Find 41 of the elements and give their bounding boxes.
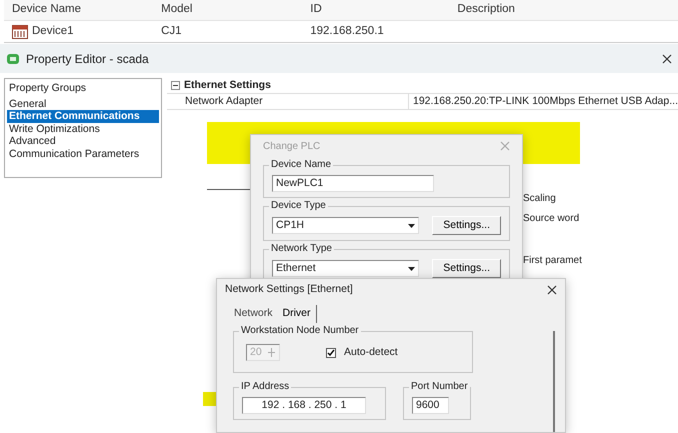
property-group-item[interactable]: General <box>7 98 159 110</box>
dialog-title: Change PLC <box>263 140 320 154</box>
section-header: Ethernet Settings <box>184 78 271 93</box>
background-label: Scaling <box>523 192 556 206</box>
text-field[interactable]: NewPLC1 <box>272 175 434 192</box>
property-group-item[interactable]: Advanced <box>7 135 159 148</box>
column-header[interactable]: Description <box>449 1 678 19</box>
dropdown-field[interactable]: Ethernet <box>272 260 420 277</box>
property-group-item[interactable]: Communication Parameters <box>7 148 159 160</box>
close-icon[interactable] <box>662 54 672 64</box>
property-group-item[interactable]: Property Groups <box>7 82 159 94</box>
collapse-icon[interactable] <box>171 81 180 90</box>
property-value[interactable]: 192.168.250.20:TP-LINK 100Mbps Ethernet USB Adap... <box>408 94 678 110</box>
tab[interactable]: Network <box>229 305 278 323</box>
table-cell-text: CJ1 <box>161 24 182 39</box>
property-group-item[interactable]: Ethernet Communications <box>7 110 159 122</box>
background-label: First paramet <box>523 254 582 268</box>
close-icon[interactable] <box>547 285 557 295</box>
column-header[interactable]: ID <box>302 1 450 19</box>
table-cell-text: 192.168.250.1 <box>310 24 384 39</box>
settings-button[interactable]: Settings... <box>432 216 501 235</box>
window-title: Property Editor - scada <box>26 50 149 68</box>
dropdown-field[interactable]: CP1H <box>272 217 420 234</box>
group-label: Device Type <box>269 200 328 212</box>
app-icon <box>6 52 20 64</box>
property-group-item[interactable]: Write Optimizations <box>7 122 159 135</box>
column-header[interactable]: Device Name <box>4 1 154 19</box>
spin-arrows-icon <box>267 347 276 358</box>
device-icon <box>12 24 28 38</box>
caret-icon <box>408 224 416 228</box>
highlight-band <box>203 392 216 406</box>
property-name: Network Adapter <box>167 94 409 110</box>
group-label: Network Type <box>269 243 334 255</box>
background-label: Source word <box>523 212 580 226</box>
caret-icon <box>408 266 416 270</box>
column-header[interactable]: Model <box>153 1 302 19</box>
table-cell-text: Device1 <box>32 24 74 39</box>
ip-address-field[interactable]: 192 . 168 . 250 . 1 <box>242 397 366 414</box>
settings-button[interactable]: Settings... <box>432 259 501 278</box>
text-field[interactable]: 9600 <box>412 397 449 414</box>
dialog-title: Network Settings [Ethernet] <box>225 282 353 298</box>
